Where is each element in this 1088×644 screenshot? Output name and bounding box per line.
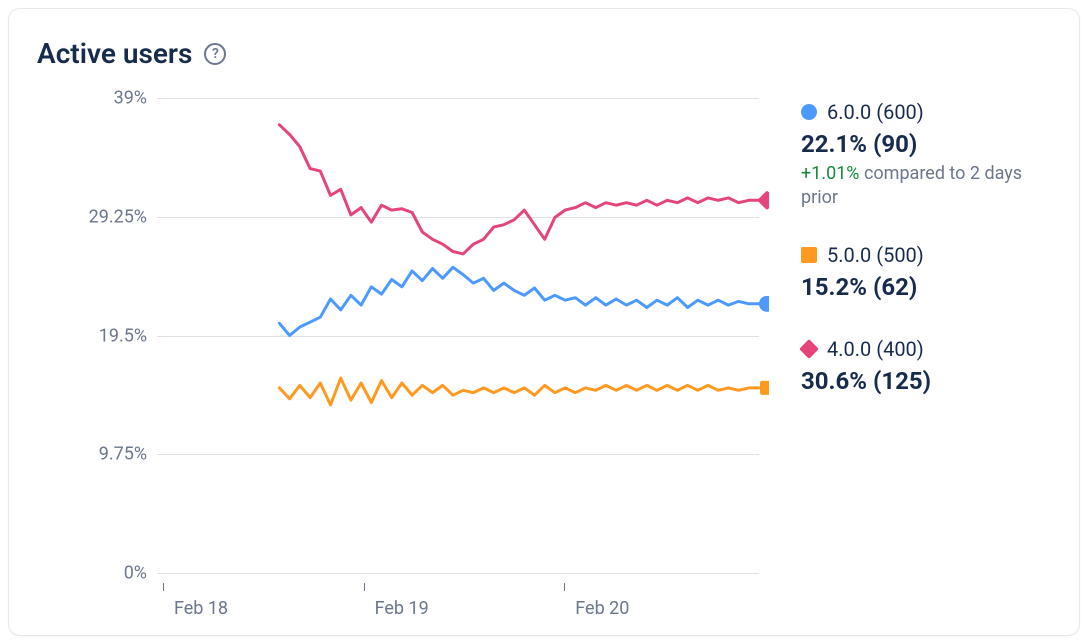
active-users-card: Active users ? 39%29.25%19.5%9.75%0%Feb … [8,8,1080,636]
circle-marker-icon [801,104,817,120]
series-line [279,378,759,405]
legend-compare: +1.01% compared to 2 days prior [801,162,1051,211]
legend-item[interactable]: 5.0.0 (500) 15.2% (62) [801,243,1051,305]
legend-name: 6.0.0 (600) [827,100,924,124]
legend-header: 4.0.0 (400) [801,337,1051,361]
circle-marker-icon [759,296,769,312]
chart-area: 39%29.25%19.5%9.75%0%Feb 18Feb 19Feb 20 [37,88,769,615]
plot-svg [37,88,769,615]
legend: 6.0.0 (600) 22.1% (90) +1.01% compared to … [801,88,1051,615]
chart-title: Active users [37,37,192,70]
legend-item[interactable]: 6.0.0 (600) 22.1% (90) +1.01% compared to … [801,100,1051,211]
title-row: Active users ? [37,37,1051,70]
legend-header: 6.0.0 (600) [801,100,1051,124]
diamond-marker-icon [757,190,769,210]
square-marker-icon [760,381,769,395]
legend-header: 5.0.0 (500) [801,243,1051,267]
delta-positive: +1.01% [801,163,860,184]
legend-value: 22.1% (90) [801,130,1051,158]
legend-value: 15.2% (62) [801,273,1051,301]
help-icon[interactable]: ? [204,43,226,65]
content-row: 39%29.25%19.5%9.75%0%Feb 18Feb 19Feb 20 … [37,88,1051,615]
legend-name: 5.0.0 (500) [827,243,924,267]
series-line [279,267,759,335]
diamond-marker-icon [799,339,819,359]
series-line [279,125,759,254]
legend-name: 4.0.0 (400) [827,337,924,361]
legend-value: 30.6% (125) [801,367,1051,395]
legend-item[interactable]: 4.0.0 (400) 30.6% (125) [801,337,1051,399]
square-marker-icon [801,247,817,263]
